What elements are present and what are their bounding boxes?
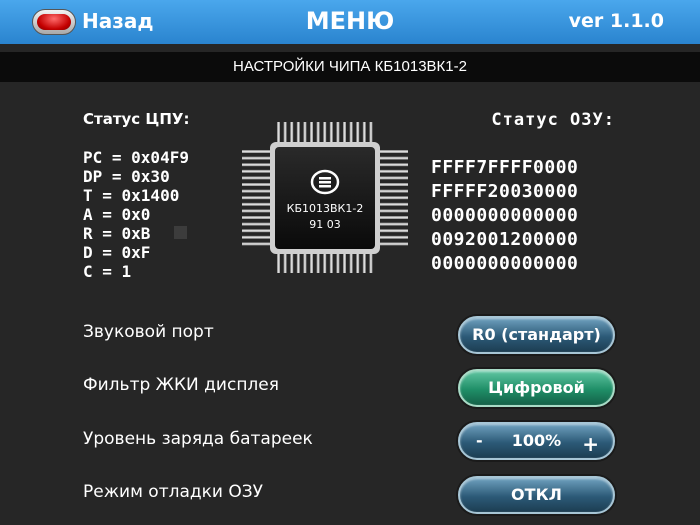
ram-debug-value: ОТКЛ [511,485,562,504]
chip-pin [242,235,272,239]
chip-pin [378,150,408,153]
chip-pin [242,196,272,200]
chip-pin [343,251,346,273]
chip-pin [378,176,408,180]
chip-pin [369,251,373,273]
chip-pin [242,183,272,186]
ram-row: FFFF7FFFF0000 [431,157,579,178]
chip-pin [316,122,320,144]
sound-port-value: R0 (стандарт) [472,325,601,344]
chip-pin [242,150,272,153]
cpu-register-a: A = 0x0 [83,205,151,224]
chip-pin [378,235,408,239]
cpu-register-t: T = 0x1400 [83,186,180,205]
battery-level-stepper[interactable]: - 100% + [458,422,615,460]
chip-pin [329,122,333,144]
ram-row: 0000000000000 [431,253,579,274]
chip-pin [303,251,307,273]
chip-pin [277,122,280,144]
chip-pin [242,163,272,167]
chip-pin [378,183,408,186]
chip-pin [378,156,408,160]
chip-code-text: 91 03 [309,218,341,231]
lcd-filter-button[interactable]: Цифровой [458,369,615,407]
chip-pin [362,122,366,144]
chip-pin [336,251,340,273]
chip-pin [369,122,373,144]
lcd-filter-label: Фильтр ЖКИ дисплея [83,375,279,395]
chip-pin [242,209,272,213]
chip-pin [362,251,366,273]
chip-pin [242,229,272,233]
ram-debug-label: Режим отладки ОЗУ [83,482,264,502]
chip-pin [378,222,408,226]
chip-icon: КБ1013ВК1-2 91 03 [242,122,408,273]
chip-pin [378,163,408,167]
chip-name-text: КБ1013ВК1-2 [287,202,364,215]
ram-status-title: Статус ОЗУ: [491,110,615,130]
chip-pin [242,202,272,206]
chip-pin [310,251,313,273]
chip-pin [277,251,280,273]
chip-pin [378,242,408,246]
chip-pin [343,122,346,144]
chip-pin [242,156,272,160]
chip-pin [242,222,272,226]
chip-pin [303,122,307,144]
chip-pin [296,122,300,144]
chip-pin [356,122,360,144]
chip-pin [242,242,272,246]
chip-pin [349,122,353,144]
cpu-register-pc: PC = 0x04F9 [83,148,189,167]
chip-pin [310,122,313,144]
chip-pin [356,251,360,273]
chip-pin [378,229,408,233]
ram-row: FFFFF20030000 [431,181,579,202]
cpu-register-r: R = 0xB [83,224,151,243]
chip-pin [283,251,287,273]
lcd-filter-value: Цифровой [488,378,585,397]
chip-pin [242,176,272,180]
ram-debug-button[interactable]: ОТКЛ [458,476,615,514]
chip-pin [378,189,408,193]
chip-pin [378,202,408,206]
top-bar: Назад МЕНЮ ver 1.1.0 [0,0,700,44]
chip-pin [316,251,320,273]
chip-pin [323,251,327,273]
sound-port-label: Звуковой порт [83,322,214,342]
chip-pin [242,189,272,193]
battery-level-value: 100% [511,431,562,450]
battery-decrease-button[interactable]: - [476,424,483,458]
ram-row: 0000000000000 [431,205,579,226]
register-indicator [174,226,187,239]
chip-pin [296,251,300,273]
cpu-register-c: C = 1 [83,262,132,281]
chip-pin [290,251,294,273]
chip-pin [283,122,287,144]
sound-port-button[interactable]: R0 (стандарт) [458,316,615,354]
battery-level-label: Уровень заряда батареек [83,429,313,449]
cpu-register-dp: DP = 0x30 [83,167,170,186]
chip-pin [242,169,272,173]
version-label: ver 1.1.0 [568,10,664,32]
chip-pin [378,196,408,200]
ram-row: 0092001200000 [431,229,579,250]
cpu-status-title: Статус ЦПУ: [83,110,190,128]
chip-pin [242,216,272,219]
chip-pin [329,251,333,273]
chip-pin [323,122,327,144]
battery-increase-button[interactable]: + [582,427,599,461]
cpu-register-d: D = 0xF [83,243,151,262]
chip-pin [378,209,408,213]
chip-pin [290,122,294,144]
chip-pin [378,169,408,173]
chip-pin [349,251,353,273]
chip-pin [336,122,340,144]
chip-pin [378,216,408,219]
section-title: НАСТРОЙКИ ЧИПА КБ1013ВК1-2 [0,52,700,82]
